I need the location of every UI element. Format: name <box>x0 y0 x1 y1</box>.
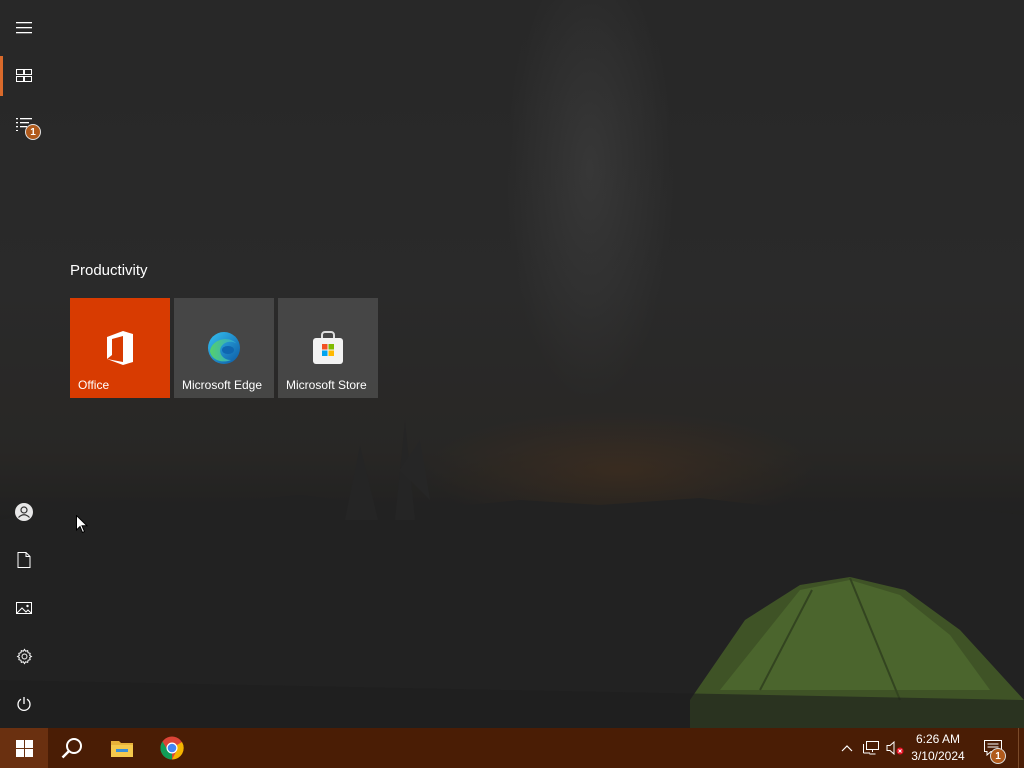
power-icon <box>17 697 31 712</box>
power-button[interactable] <box>0 680 48 728</box>
volume-muted-icon <box>886 741 904 755</box>
mouse-cursor-icon <box>76 515 88 534</box>
office-icon <box>107 331 133 365</box>
menu-icon <box>16 22 32 34</box>
office-tile[interactable]: Office <box>70 298 170 398</box>
search-button[interactable] <box>48 728 96 768</box>
notification-badge: 1 <box>25 124 41 140</box>
hamburger-menu-button[interactable] <box>0 4 48 52</box>
clock[interactable]: 6:26 AM 3/10/2024 <box>906 731 970 765</box>
store-icon <box>313 331 343 364</box>
chevron-up-icon <box>841 745 853 752</box>
tile-label: Microsoft Edge <box>182 378 263 392</box>
tile-label: Office <box>78 378 110 392</box>
clock-time: 6:26 AM <box>915 732 961 746</box>
network-icon <box>863 741 879 755</box>
start-button[interactable] <box>0 728 48 768</box>
tile-group-title: Productivity <box>70 262 148 279</box>
folder-icon <box>111 741 133 757</box>
taskbar: 6:26 AM 3/10/2024 <box>0 728 1024 768</box>
chrome-button[interactable] <box>148 728 196 768</box>
microsoft-edge-tile[interactable]: Microsoft Edge <box>174 298 274 398</box>
tile-label: Microsoft Store <box>286 378 367 392</box>
edge-icon <box>208 332 240 364</box>
all-apps-button[interactable]: 1 <box>0 100 48 148</box>
notification-count-badge: 1 <box>990 748 1006 764</box>
pictures-icon <box>16 602 32 614</box>
start-rail: 1 <box>0 0 48 728</box>
tiles-icon <box>16 69 32 82</box>
show-desktop-button[interactable] <box>1018 728 1024 768</box>
chrome-icon <box>160 736 184 760</box>
settings-button[interactable] <box>0 632 48 680</box>
file-explorer-button[interactable] <box>98 728 146 768</box>
tiles-view-button[interactable] <box>0 52 48 100</box>
start-menu: 1 Productivity Office Microsoft Edge Mic… <box>0 0 1024 728</box>
document-icon <box>17 552 31 568</box>
network-button[interactable] <box>860 728 882 768</box>
pictures-button[interactable] <box>0 584 48 632</box>
clock-date: 3/10/2024 <box>911 749 965 763</box>
gear-icon <box>16 647 32 665</box>
microsoft-store-tile[interactable]: Microsoft Store <box>278 298 378 398</box>
search-icon <box>61 738 82 759</box>
show-hidden-icons-button[interactable] <box>838 728 856 768</box>
volume-button[interactable] <box>884 728 906 768</box>
user-icon <box>15 503 33 521</box>
user-account-button[interactable] <box>0 488 48 536</box>
documents-button[interactable] <box>0 536 48 584</box>
windows-icon <box>15 739 33 757</box>
